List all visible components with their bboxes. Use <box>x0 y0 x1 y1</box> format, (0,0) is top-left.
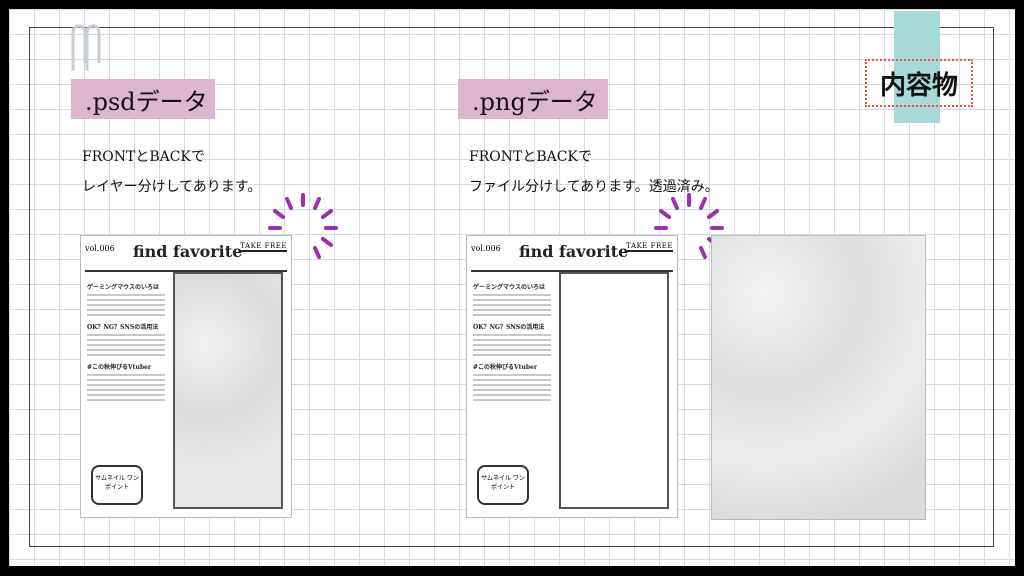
vol-label: vol.006 <box>471 244 501 253</box>
slide: 内容物 .psdデータ FRONTとBACKで レイヤー分けしてあります。 vo… <box>9 9 1015 566</box>
psd-title: .psdデータ <box>71 79 215 119</box>
psd-preview: vol.006 find favorite TAKE FREE ゲーミングマウス… <box>80 235 292 518</box>
section-heading: OK？NG？SNSの活用法 <box>473 324 545 331</box>
section-heading: ゲーミングマウスのいろは <box>473 284 546 291</box>
brand-title: find favorite <box>133 242 243 261</box>
take-free-label: TAKE FREE <box>626 242 673 252</box>
png-title: .pngデータ <box>458 79 608 119</box>
article-column: ゲーミングマウスのいろは OK？NG？SNSの活用法 #この秋伸びるVtuber… <box>473 276 551 511</box>
section-heading: OK？NG？SNSの活用法 <box>87 324 159 331</box>
section-heading: #この秋伸びるVtuber <box>473 364 537 371</box>
article-column: ゲーミングマウスのいろは OK？NG？SNSの活用法 #この秋伸びるVtuber… <box>87 276 165 511</box>
stamp-badge: サムネイル ワンポイント <box>91 465 143 505</box>
image-panel <box>173 272 283 509</box>
psd-desc-line2: レイヤー分けしてあります。 <box>82 179 262 195</box>
contents-badge: 内容物 <box>865 59 973 107</box>
png-desc-line1: FRONTとBACKで <box>469 149 592 165</box>
section-heading: ゲーミングマウスのいろは <box>87 284 160 291</box>
vol-label: vol.006 <box>85 244 115 253</box>
section-heading: #この秋伸びるVtuber <box>87 364 151 371</box>
png-back-preview <box>711 235 926 520</box>
transparent-panel <box>559 272 669 509</box>
psd-description: FRONTとBACKで レイヤー分けしてあります。 <box>82 142 261 202</box>
png-front-preview: vol.006 find favorite TAKE FREE ゲーミングマウス… <box>466 235 678 518</box>
psd-desc-line1: FRONTとBACKで <box>82 149 205 165</box>
stamp-badge: サムネイル ワンポイント <box>477 465 529 505</box>
paperclip-icon <box>71 24 101 71</box>
brand-title: find favorite <box>519 242 629 261</box>
take-free-label: TAKE FREE <box>240 242 287 252</box>
